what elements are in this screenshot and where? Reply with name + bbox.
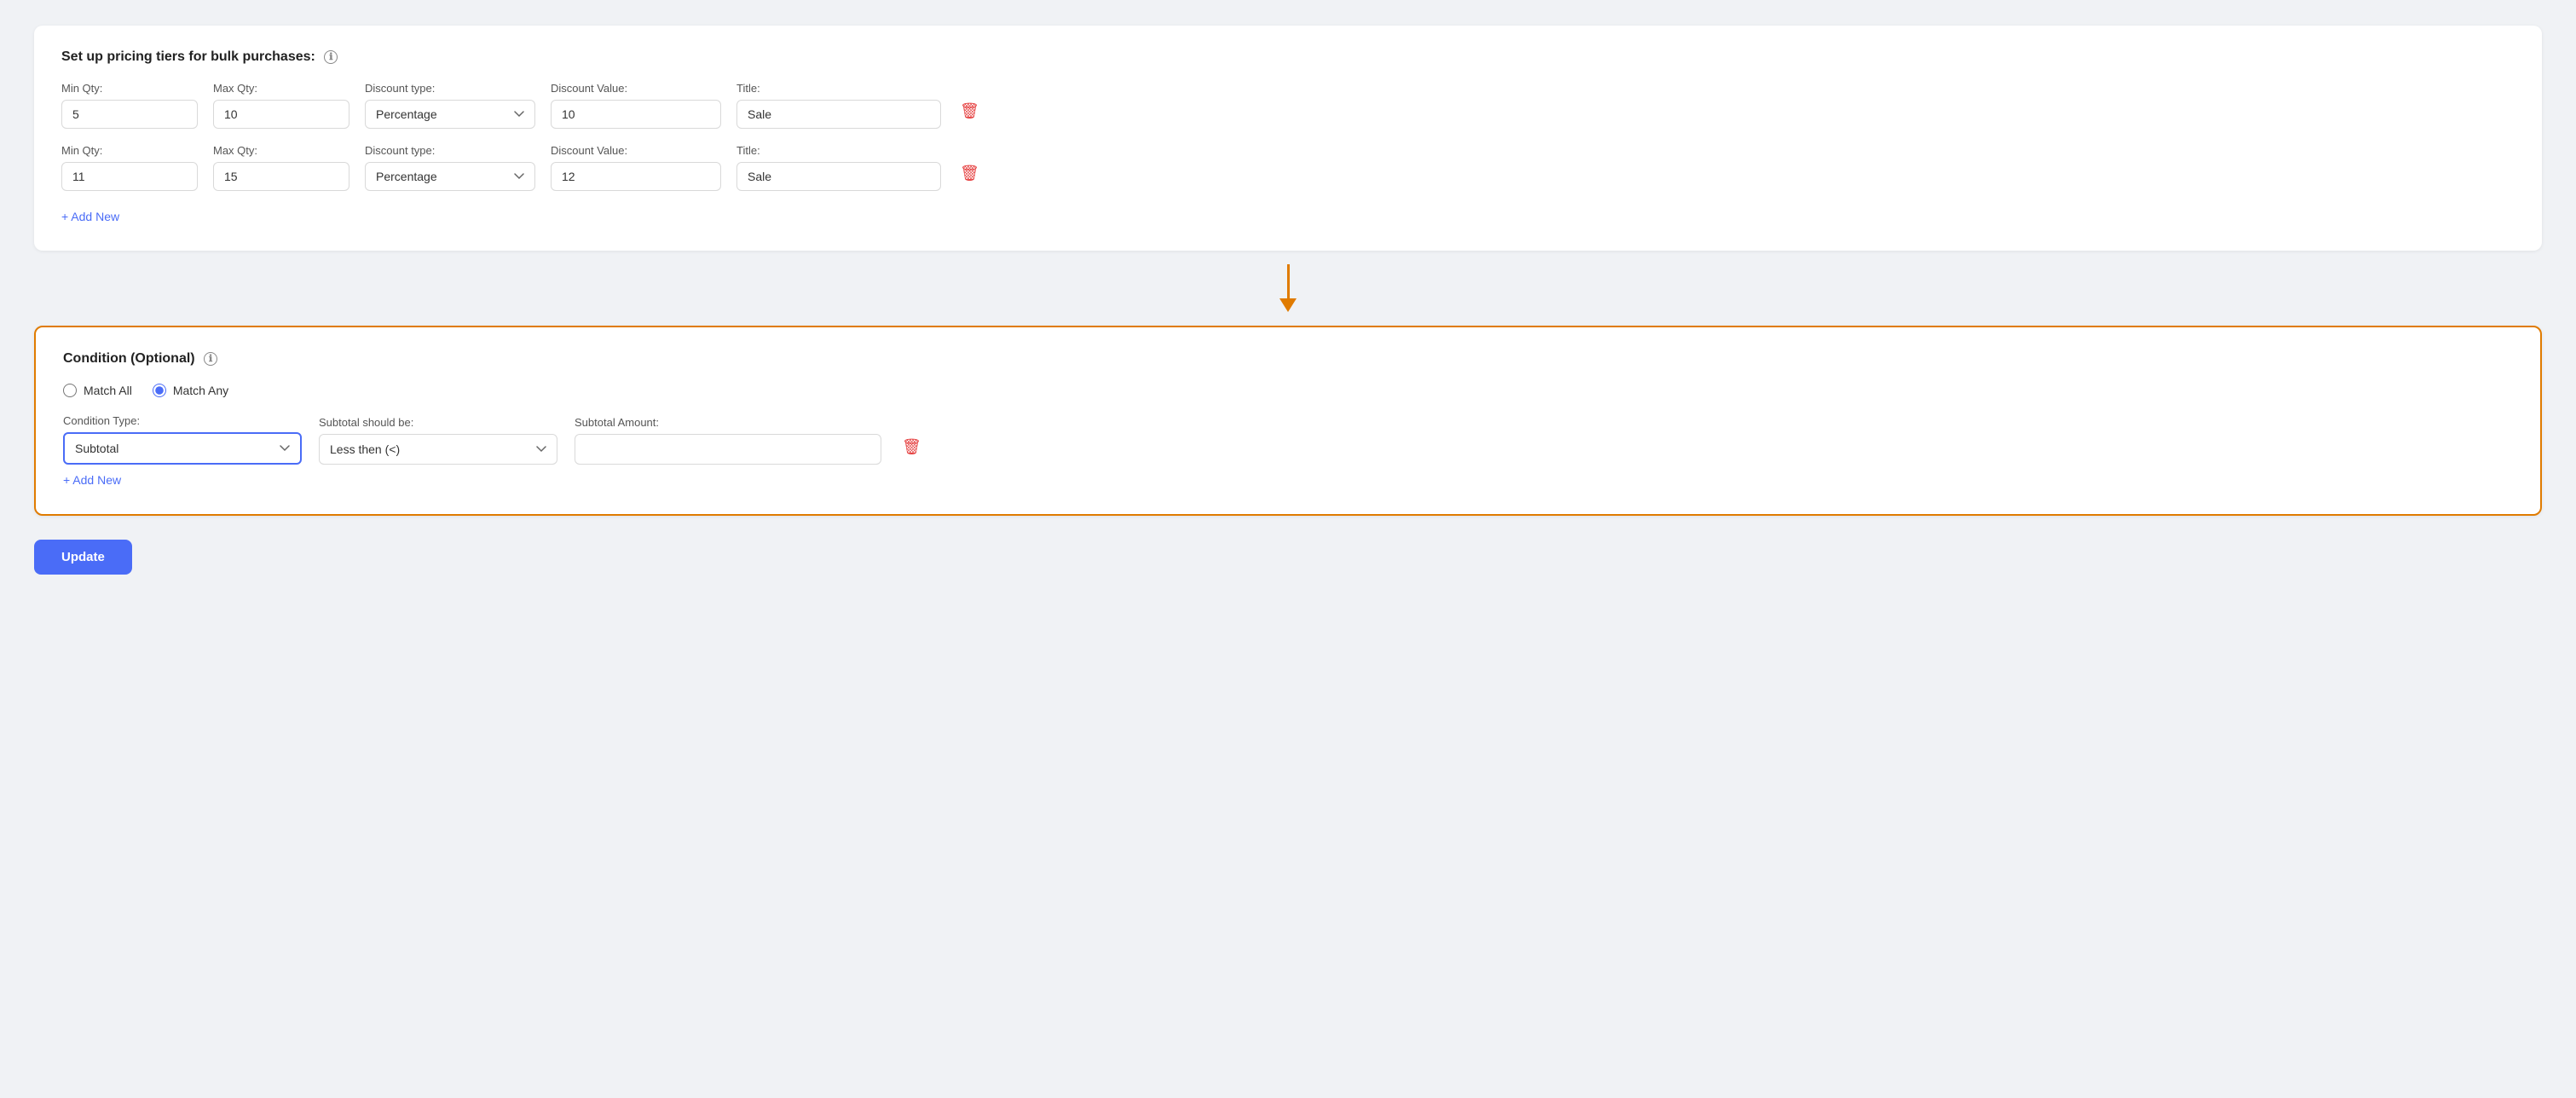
delete-row-2-button[interactable]: 🗑 [956,161,983,186]
discount-type-label-2: Discount type: [365,144,535,157]
max-qty-group-2: Max Qty: [213,144,349,191]
title-label-2: Title: [736,144,941,157]
discount-value-input-1[interactable] [551,100,721,129]
subtotal-amount-input[interactable] [575,434,881,465]
title-label-1: Title: [736,82,941,95]
discount-value-input-2[interactable] [551,162,721,191]
min-qty-input-1[interactable] [61,100,198,129]
condition-title-text: Condition (Optional) [63,351,195,366]
title-input-1[interactable] [736,100,941,129]
condition-type-group: Condition Type: Subtotal [63,414,302,465]
pricing-row-1: Min Qty: Max Qty: Discount type: Percent… [61,82,2515,129]
discount-type-group-2: Discount type: Percentage Fixed [365,144,535,191]
arrow-shaft [1287,264,1290,298]
pricing-tiers-card: Set up pricing tiers for bulk purchases:… [34,26,2542,251]
discount-type-select-1[interactable]: Percentage Fixed [365,100,535,129]
condition-card: Condition (Optional) ℹ Match All Match A… [34,326,2542,516]
min-qty-input-2[interactable] [61,162,198,191]
pricing-card-title: Set up pricing tiers for bulk purchases:… [61,49,2515,65]
max-qty-input-1[interactable] [213,100,349,129]
max-qty-label-1: Max Qty: [213,82,349,95]
condition-add-new-button[interactable]: + Add New [63,470,121,490]
min-qty-group-2: Min Qty: [61,144,198,191]
match-all-radio[interactable] [63,384,77,397]
discount-type-select-2[interactable]: Percentage Fixed [365,162,535,191]
pricing-add-new-label: + Add New [61,210,119,223]
match-any-radio[interactable] [153,384,166,397]
arrow-head [1279,298,1297,312]
arrow-connector [34,251,2542,326]
condition-info-icon[interactable]: ℹ [204,352,217,366]
pricing-info-icon[interactable]: ℹ [324,50,338,64]
discount-type-group-1: Discount type: Percentage Fixed [365,82,535,129]
pricing-row-2: Min Qty: Max Qty: Discount type: Percent… [61,144,2515,191]
min-qty-label-1: Min Qty: [61,82,198,95]
discount-value-label-1: Discount Value: [551,82,721,95]
condition-card-title: Condition (Optional) ℹ [63,351,2513,367]
title-group-2: Title: [736,144,941,191]
title-group-1: Title: [736,82,941,129]
match-all-label[interactable]: Match All [63,384,132,397]
discount-value-group-1: Discount Value: [551,82,721,129]
down-arrow [1279,264,1297,312]
condition-add-new-label: + Add New [63,473,121,487]
discount-value-label-2: Discount Value: [551,144,721,157]
match-any-label[interactable]: Match Any [153,384,228,397]
subtotal-amount-label: Subtotal Amount: [575,416,881,429]
condition-type-label: Condition Type: [63,414,302,427]
subtotal-should-be-select[interactable]: Less then (<) Greater then (>) Equal to … [319,434,557,465]
discount-value-group-2: Discount Value: [551,144,721,191]
subtotal-amount-group: Subtotal Amount: [575,416,881,465]
condition-row: Condition Type: Subtotal Subtotal should… [63,414,2513,465]
match-any-text: Match Any [173,384,228,397]
title-input-2[interactable] [736,162,941,191]
match-radio-group: Match All Match Any [63,384,2513,397]
match-all-text: Match All [84,384,132,397]
condition-type-select[interactable]: Subtotal [63,432,302,465]
pricing-title-text: Set up pricing tiers for bulk purchases: [61,49,315,64]
update-button-label: Update [61,550,105,564]
subtotal-should-be-label: Subtotal should be: [319,416,557,429]
min-qty-label-2: Min Qty: [61,144,198,157]
max-qty-input-2[interactable] [213,162,349,191]
delete-icon-1: 🗑 [960,102,979,120]
subtotal-should-be-group: Subtotal should be: Less then (<) Greate… [319,416,557,465]
delete-condition-button[interactable]: 🗑 [898,435,925,459]
max-qty-group-1: Max Qty: [213,82,349,129]
min-qty-group-1: Min Qty: [61,82,198,129]
delete-row-1-button[interactable]: 🗑 [956,99,983,124]
pricing-add-new-button[interactable]: + Add New [61,206,119,227]
delete-condition-icon: 🗑 [902,438,921,456]
max-qty-label-2: Max Qty: [213,144,349,157]
update-button[interactable]: Update [34,540,132,575]
discount-type-label-1: Discount type: [365,82,535,95]
delete-icon-2: 🗑 [960,165,979,182]
